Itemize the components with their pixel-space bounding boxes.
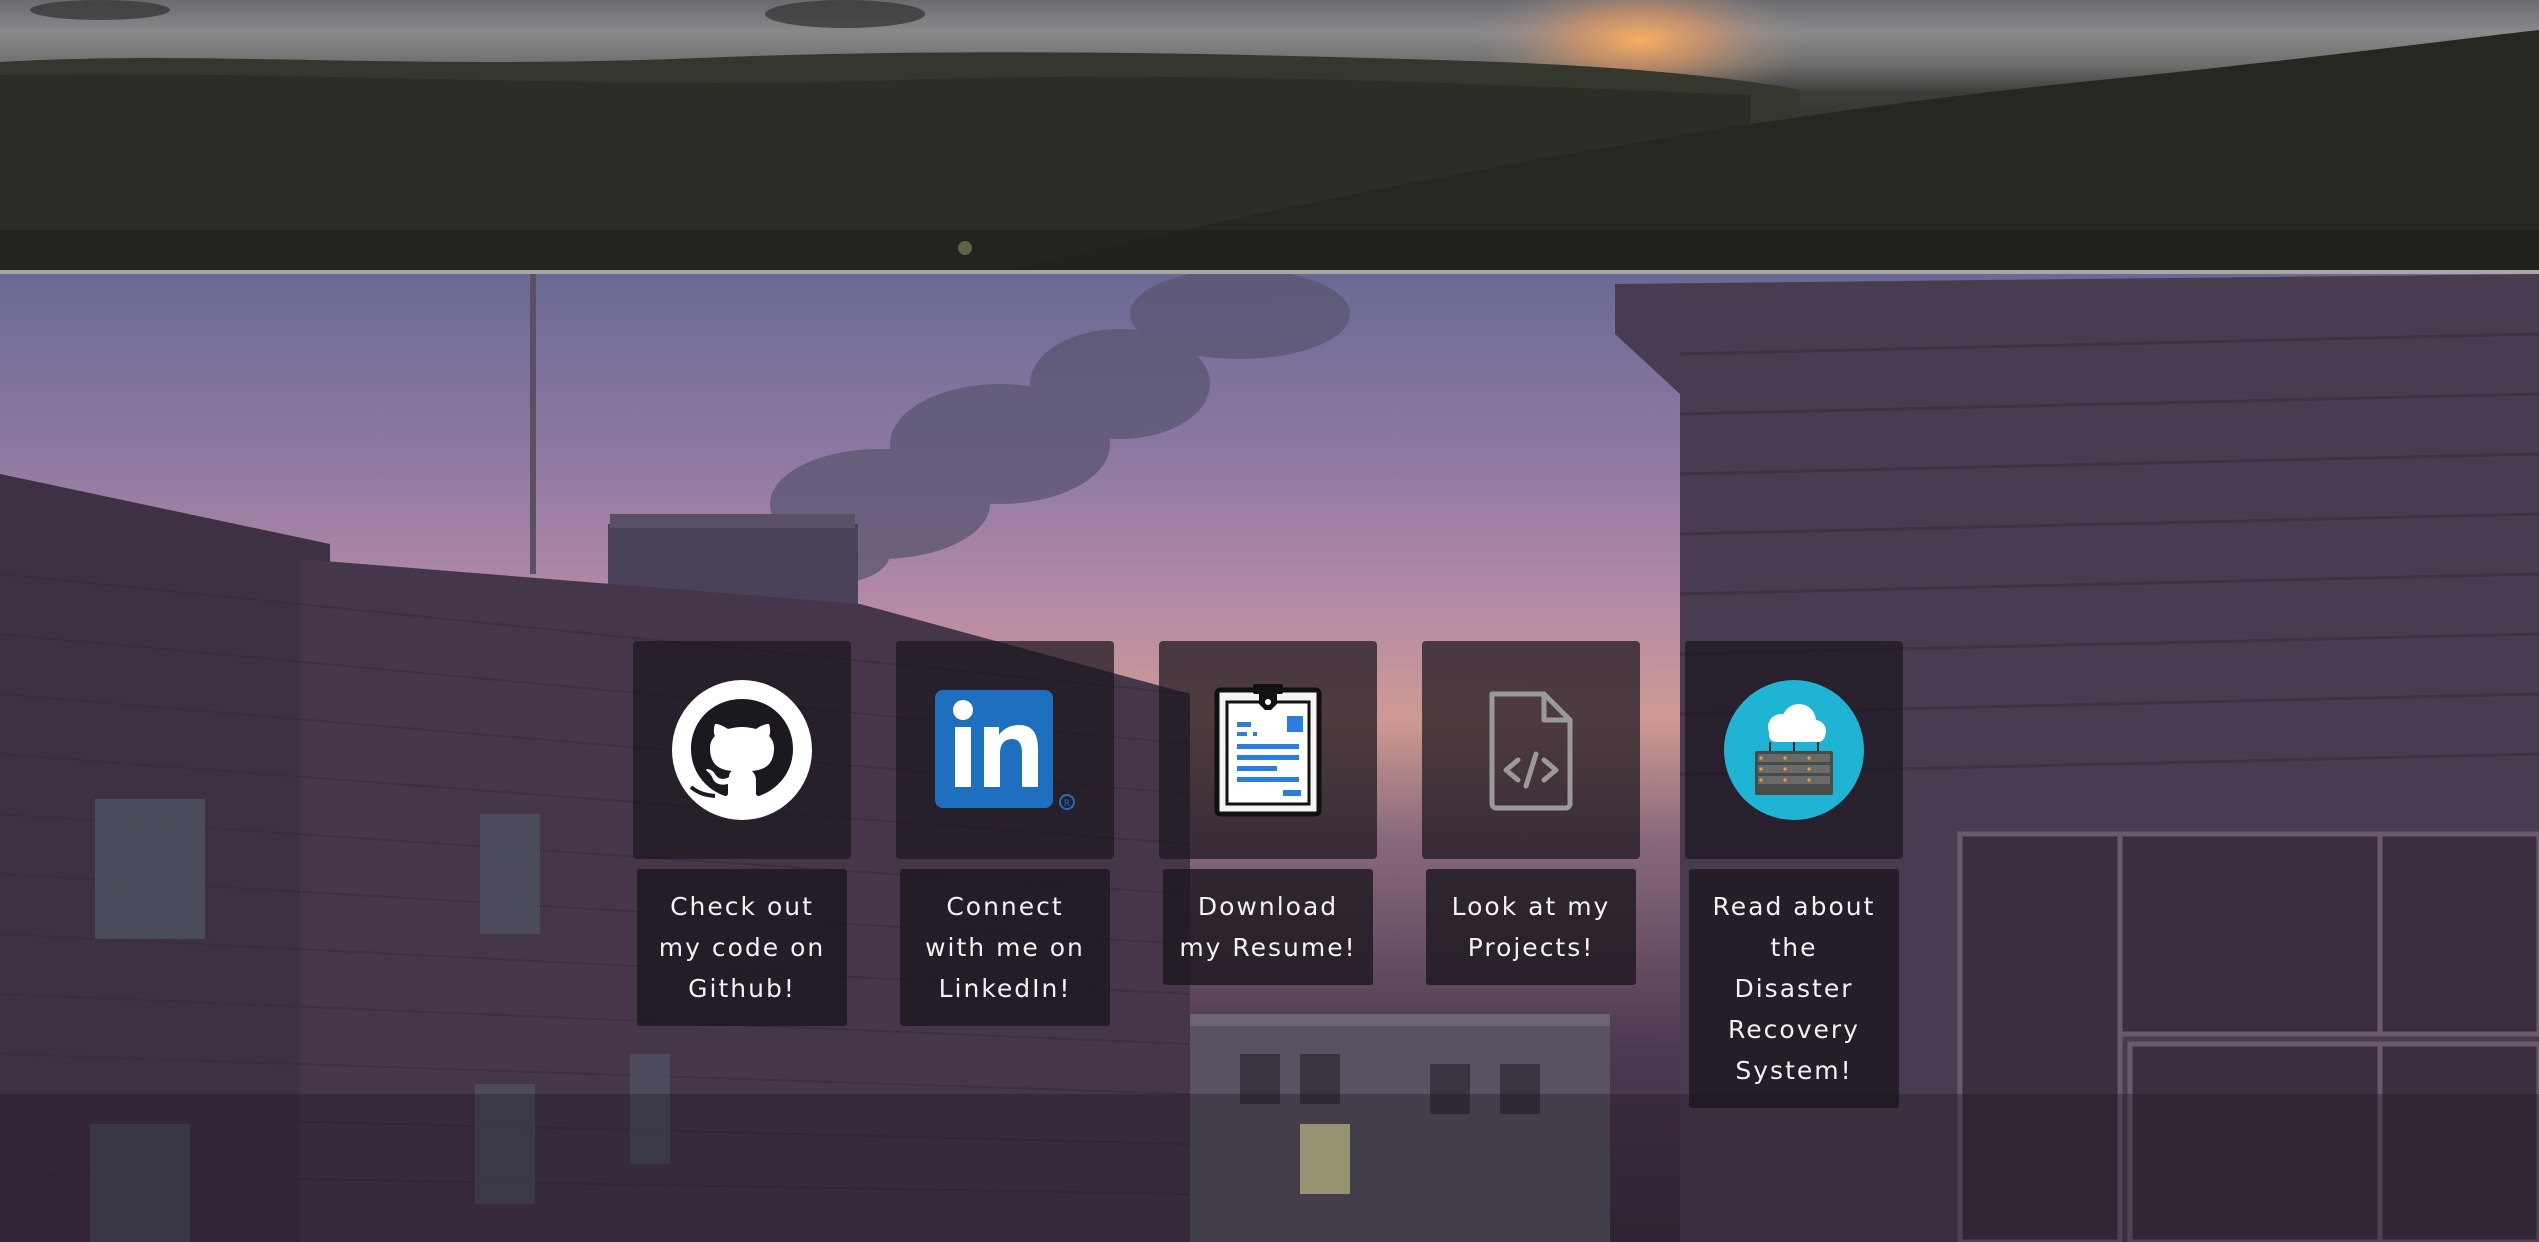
link-cards: Check out my code on Github! R Connect w… bbox=[633, 641, 1903, 1108]
github-card-icon-box[interactable] bbox=[633, 641, 851, 859]
banner-landscape bbox=[0, 0, 2539, 272]
header-banner-image bbox=[0, 0, 2539, 272]
linkedin-card-icon-box[interactable]: R bbox=[896, 641, 1114, 859]
projects-card-label[interactable]: Look at my Projects! bbox=[1426, 869, 1636, 985]
cloud-server-icon bbox=[1724, 680, 1864, 820]
disaster-recovery-card-link[interactable]: Read about the Disaster Recovery System! bbox=[1685, 641, 1903, 1108]
github-card-link[interactable]: Check out my code on Github! bbox=[633, 641, 851, 1026]
linkedin-card-label[interactable]: Connect with me on LinkedIn! bbox=[900, 869, 1110, 1026]
github-card-label[interactable]: Check out my code on Github! bbox=[637, 869, 847, 1026]
resume-card-link[interactable]: Download my Resume! bbox=[1159, 641, 1377, 985]
disaster-recovery-card-label[interactable]: Read about the Disaster Recovery System! bbox=[1689, 869, 1899, 1108]
projects-card-link[interactable]: Look at my Projects! bbox=[1422, 641, 1640, 985]
linkedin-icon: R bbox=[935, 690, 1075, 810]
projects-card-icon-box[interactable] bbox=[1422, 641, 1640, 859]
disaster-recovery-card-icon-box[interactable] bbox=[1685, 641, 1903, 859]
resume-card-icon-box[interactable] bbox=[1159, 641, 1377, 859]
page: Check out my code on Github! R Connect w… bbox=[0, 0, 2539, 1242]
code-file-icon bbox=[1489, 691, 1573, 811]
linkedin-card-link[interactable]: R Connect with me on LinkedIn! bbox=[896, 641, 1114, 1026]
svg-text:R: R bbox=[1064, 799, 1070, 809]
github-icon bbox=[672, 680, 812, 820]
resume-icon bbox=[1214, 684, 1322, 817]
resume-card-label[interactable]: Download my Resume! bbox=[1163, 869, 1373, 985]
